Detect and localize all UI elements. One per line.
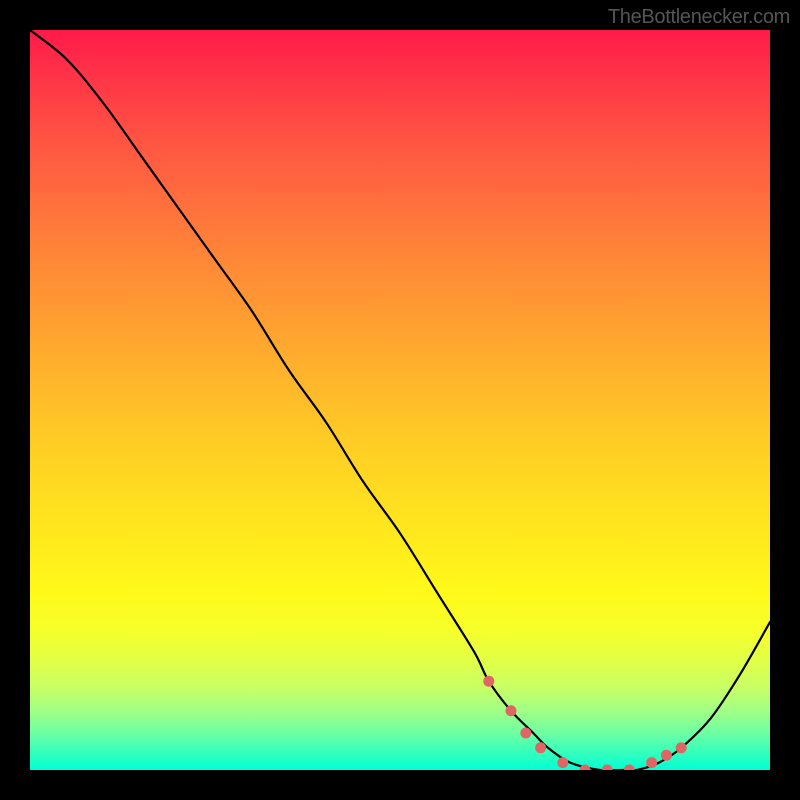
bottleneck-curve bbox=[30, 30, 770, 770]
marker-dot bbox=[646, 757, 657, 768]
marker-dot bbox=[520, 728, 531, 739]
marker-dot bbox=[602, 765, 613, 771]
marker-dot bbox=[557, 757, 568, 768]
chart-container: TheBottlenecker.com bbox=[0, 0, 800, 800]
marker-dot bbox=[661, 750, 672, 761]
marker-dot bbox=[624, 765, 635, 771]
plot-area bbox=[30, 30, 770, 770]
marker-dot bbox=[483, 676, 494, 687]
attribution-text: TheBottlenecker.com bbox=[608, 6, 790, 29]
marker-dot bbox=[535, 742, 546, 753]
highlight-markers bbox=[483, 676, 686, 770]
marker-dot bbox=[506, 705, 517, 716]
marker-dot bbox=[676, 742, 687, 753]
chart-svg bbox=[30, 30, 770, 770]
